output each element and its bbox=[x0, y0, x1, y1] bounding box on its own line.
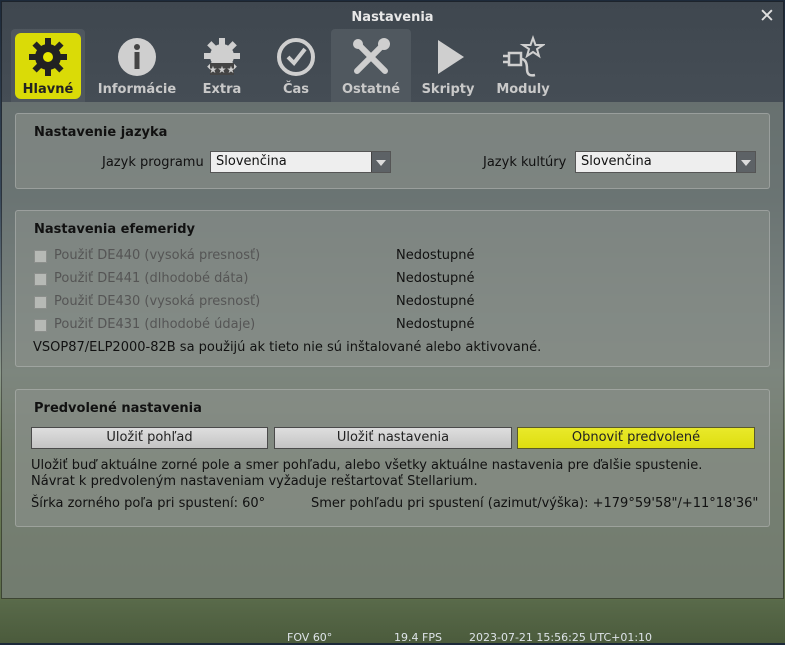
fps-readout: 19.4 FPS bbox=[394, 631, 442, 644]
de440-checkbox[interactable] bbox=[34, 250, 47, 263]
ephemeris-note: VSOP87/ELP2000-82B sa použijú ak tieto n… bbox=[33, 340, 542, 355]
close-icon[interactable]: ✕ bbox=[757, 6, 777, 26]
datetime-readout: 2023-07-21 15:56:25 UTC+01:10 bbox=[469, 631, 653, 644]
defaults-info-line1: Uložiť buď aktuálne zorné pole a smer po… bbox=[31, 458, 703, 473]
de440-status: Nedostupné bbox=[396, 248, 475, 263]
defaults-info-line2: Návrat k predvoleným nastaveniam vyžaduj… bbox=[31, 474, 478, 489]
select-value: Slovenčina bbox=[216, 154, 287, 169]
tab-label: Hlavné bbox=[22, 82, 74, 97]
settings-dialog: Nastavenia ✕ Hlavné Informácie ★★★ Extra… bbox=[2, 2, 783, 598]
save-settings-button[interactable]: Uložiť nastavenia bbox=[274, 427, 512, 449]
plugin-icon bbox=[503, 35, 545, 77]
tools-icon bbox=[353, 38, 390, 74]
select-value: Slovenčina bbox=[581, 154, 652, 169]
restore-defaults-button[interactable]: Obnoviť predvolené bbox=[517, 427, 755, 449]
de431-status: Nedostupné bbox=[396, 317, 475, 332]
tab-other[interactable]: Ostatné bbox=[331, 29, 411, 102]
chevron-down-icon bbox=[736, 152, 755, 172]
extra-gear-stars-icon: ★★★ bbox=[204, 38, 240, 76]
tab-label: Skripty bbox=[421, 82, 475, 97]
de430-status: Nedostupné bbox=[396, 294, 475, 309]
de430-label: Použiť DE430 (vysoká presnosť) bbox=[54, 294, 261, 309]
gear-icon bbox=[29, 38, 67, 76]
tab-label: Informácie bbox=[97, 82, 177, 97]
tab-info[interactable]: Informácie bbox=[92, 29, 182, 102]
de431-checkbox[interactable] bbox=[34, 319, 47, 332]
group-title: Nastavenie jazyka bbox=[34, 125, 168, 140]
de441-label: Použiť DE441 (dlhodobé dáta) bbox=[54, 271, 249, 286]
tab-main[interactable]: Hlavné bbox=[11, 29, 85, 102]
play-icon bbox=[438, 40, 464, 74]
svg-text:★★★: ★★★ bbox=[209, 65, 236, 76]
group-title: Nastavenia efemeridy bbox=[34, 222, 195, 237]
de441-status: Nedostupné bbox=[396, 271, 475, 286]
startup-view-direction: Smer pohľadu pri spustení (azimut/výška)… bbox=[311, 496, 759, 511]
defaults-group: Predvolené nastavenia Uložiť pohľad Ulož… bbox=[15, 389, 770, 527]
tab-label: Ostatné bbox=[341, 82, 401, 97]
language-group: Nastavenie jazyka Jazyk programu Slovenč… bbox=[15, 113, 770, 189]
tab-label: Extra bbox=[202, 82, 242, 97]
info-icon bbox=[118, 38, 156, 76]
de430-checkbox[interactable] bbox=[34, 296, 47, 309]
de441-checkbox[interactable] bbox=[34, 273, 47, 286]
tab-scripts[interactable]: Skripty bbox=[416, 29, 480, 102]
de431-label: Použiť DE431 (dlhodobé údaje) bbox=[54, 317, 256, 332]
dialog-title: Nastavenia bbox=[351, 10, 434, 25]
dialog-header: Nastavenia ✕ Hlavné Informácie ★★★ Extra… bbox=[2, 2, 783, 102]
tab-extra[interactable]: ★★★ Extra bbox=[192, 29, 252, 102]
group-title: Predvolené nastavenia bbox=[34, 401, 202, 416]
startup-fov: Šírka zorného poľa pri spustení: 60° bbox=[31, 496, 266, 511]
tab-label: Moduly bbox=[496, 82, 550, 97]
de440-label: Použiť DE440 (vysoká presnosť) bbox=[54, 248, 261, 263]
culture-language-label: Jazyk kultúry bbox=[483, 155, 567, 170]
tab-time[interactable]: Čas bbox=[265, 29, 327, 102]
save-view-button[interactable]: Uložiť pohľad bbox=[31, 427, 268, 449]
clock-icon bbox=[277, 38, 315, 76]
fov-readout: FOV 60° bbox=[287, 631, 333, 644]
chevron-down-icon bbox=[371, 152, 390, 172]
program-language-select[interactable]: Slovenčina bbox=[210, 151, 391, 173]
tab-label: Čas bbox=[282, 82, 310, 97]
culture-language-select[interactable]: Slovenčina bbox=[575, 151, 756, 173]
program-language-label: Jazyk programu bbox=[102, 155, 204, 170]
ephemeris-group: Nastavenia efemeridy Použiť DE440 (vysok… bbox=[15, 210, 770, 367]
tab-plugins[interactable]: Moduly bbox=[491, 29, 555, 102]
